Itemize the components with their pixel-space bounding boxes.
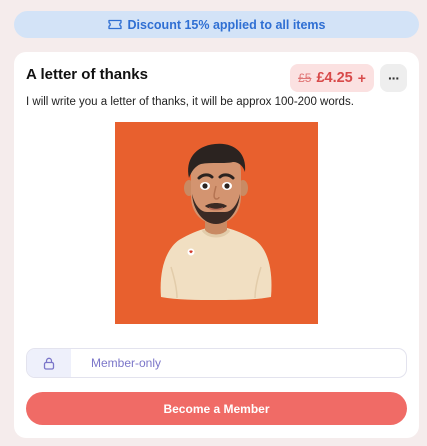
become-member-button[interactable]: Become a Member xyxy=(26,392,407,425)
item-card: A letter of thanks £5 £4.25 + ··· I will… xyxy=(14,52,419,438)
item-image xyxy=(115,122,318,324)
avatar-illustration xyxy=(115,122,318,324)
ticket-icon xyxy=(107,19,122,30)
member-only-label: Member-only xyxy=(91,356,162,370)
discount-text: Discount 15% applied to all items xyxy=(127,17,326,32)
discount-banner: Discount 15% applied to all items xyxy=(14,11,419,38)
current-price: £4.25 xyxy=(316,70,353,86)
price-badge[interactable]: £5 £4.25 + xyxy=(290,64,374,92)
lock-icon xyxy=(27,349,71,377)
member-only-row: Member-only xyxy=(26,348,407,378)
item-title: A letter of thanks xyxy=(26,66,148,83)
more-options-button[interactable]: ··· xyxy=(380,64,407,92)
item-description: I will write you a letter of thanks, it … xyxy=(26,96,354,108)
price-plus: + xyxy=(357,70,366,86)
original-price: £5 xyxy=(298,71,312,85)
